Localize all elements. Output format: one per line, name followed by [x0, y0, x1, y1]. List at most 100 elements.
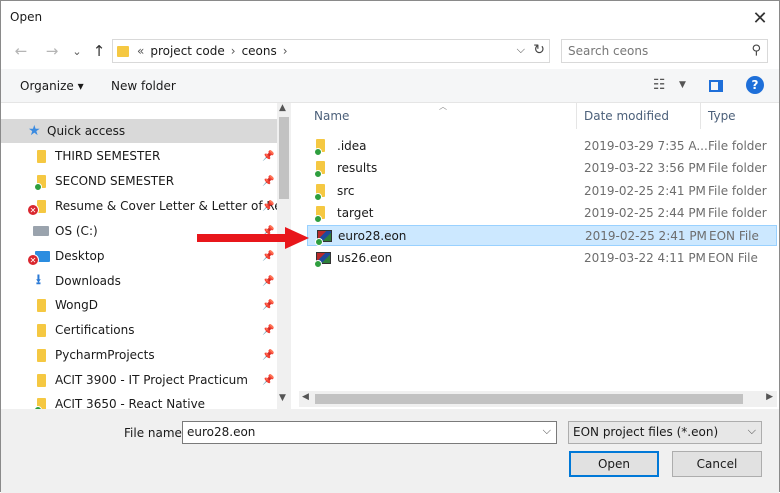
- file-name-label: File name:: [124, 426, 186, 440]
- arrow-up-icon: ↑: [92, 42, 106, 60]
- sidebar-item-label: Resume & Cover Letter & Letter of Re: [55, 199, 282, 213]
- scroll-left-icon[interactable]: ◀: [302, 392, 309, 402]
- search-icon[interactable]: ⚲: [751, 43, 761, 58]
- file-row-results[interactable]: results 2019-03-22 3:56 PM File folder: [307, 158, 777, 179]
- sidebar-item-pycharmprojects[interactable]: PycharmProjects 📌: [1, 343, 277, 367]
- file-type: File folder: [708, 139, 767, 153]
- file-row-euro28[interactable]: euro28.eon 2019-02-25 2:41 PM EON File: [307, 225, 777, 246]
- column-header-type[interactable]: Type: [701, 103, 777, 129]
- column-header-date[interactable]: Date modified: [577, 103, 701, 129]
- chevron-right-icon[interactable]: ›: [231, 44, 236, 58]
- file-list-horizontal-scrollbar[interactable]: ◀ ▶: [299, 391, 777, 407]
- folder-icon: [117, 45, 129, 57]
- file-type: EON File: [709, 229, 759, 243]
- scroll-thumb[interactable]: [279, 117, 289, 199]
- file-type: File folder: [708, 184, 767, 198]
- chevron-right-icon[interactable]: ›: [283, 44, 288, 58]
- arrow-left-icon: ←: [14, 42, 28, 60]
- sidebar-item-label: Quick access: [47, 124, 126, 138]
- file-date: 2019-02-25 2:41 PM: [585, 229, 707, 243]
- pin-icon[interactable]: 📌: [262, 201, 274, 212]
- sidebar-item-certifications[interactable]: Certifications 📌: [1, 318, 277, 342]
- sync-check-icon: [314, 193, 322, 201]
- sync-error-icon: ✕: [27, 254, 39, 266]
- sidebar-item-acit-3900[interactable]: ACIT 3900 - IT Project Practicum 📌: [1, 368, 277, 392]
- sidebar-item-label: Downloads: [55, 274, 121, 288]
- folder-icon: [37, 373, 46, 387]
- sync-check-icon: [314, 170, 322, 178]
- refresh-icon[interactable]: ↻: [533, 42, 545, 58]
- help-icon[interactable]: ?: [746, 76, 764, 94]
- file-name: .idea: [337, 139, 367, 153]
- folder-icon: [37, 323, 46, 337]
- chevron-down-icon[interactable]: ⌵: [543, 424, 551, 438]
- back-button[interactable]: ←: [11, 41, 31, 61]
- organize-menu[interactable]: Organize ▾: [20, 79, 84, 93]
- scroll-thumb[interactable]: [315, 394, 743, 404]
- dialog-title: Open: [10, 10, 43, 24]
- pin-icon[interactable]: 📌: [262, 300, 274, 311]
- sidebar-item-second-semester[interactable]: SECOND SEMESTER 📌: [1, 169, 277, 193]
- pin-icon[interactable]: 📌: [262, 151, 274, 162]
- toolbar: Organize ▾ New folder ☷ ▼: [1, 69, 779, 103]
- address-bar[interactable]: « project code › ceons › ⌵ ↻: [112, 39, 550, 63]
- sidebar-item-wongd[interactable]: WongD 📌: [1, 293, 277, 317]
- breadcrumb-segment[interactable]: ceons: [242, 44, 277, 58]
- file-row-target[interactable]: target 2019-02-25 2:44 PM File folder: [307, 203, 777, 224]
- chevron-down-icon[interactable]: ⌵: [748, 424, 756, 438]
- navigation-scrollbar[interactable]: ▲ ▼: [277, 103, 291, 409]
- recent-locations-button[interactable]: ⌄: [67, 41, 87, 61]
- chevron-down-icon[interactable]: ▼: [679, 80, 686, 90]
- chevron-down-icon: ⌄: [72, 44, 82, 58]
- sidebar-item-label: WongD: [55, 298, 98, 312]
- file-row-idea[interactable]: .idea 2019-03-29 7:35 A... File folder: [307, 136, 777, 157]
- file-row-us26[interactable]: us26.eon 2019-03-22 4:11 PM EON File: [307, 248, 777, 269]
- preview-pane-icon[interactable]: [709, 80, 723, 92]
- folder-icon: [37, 298, 46, 312]
- pin-icon[interactable]: 📌: [262, 276, 274, 287]
- breadcrumb-segment[interactable]: project code: [150, 44, 224, 58]
- file-date: 2019-02-25 2:44 PM: [584, 206, 706, 220]
- sidebar-item-label: SECOND SEMESTER: [55, 174, 175, 188]
- search-placeholder: Search ceons: [568, 44, 649, 58]
- new-folder-button[interactable]: New folder: [111, 79, 176, 93]
- scroll-up-icon[interactable]: ▲: [279, 103, 286, 113]
- scroll-down-icon[interactable]: ▼: [279, 393, 286, 403]
- file-type-filter[interactable]: EON project files (*.eon) ⌵: [568, 421, 762, 444]
- sync-check-icon: [314, 215, 322, 223]
- address-dropdown-icon[interactable]: ⌵: [517, 43, 525, 57]
- file-type-filter-value: EON project files (*.eon): [573, 425, 719, 439]
- file-name-input[interactable]: euro28.eon ⌵: [182, 421, 557, 444]
- sidebar-item-third-semester[interactable]: THIRD SEMESTER 📌: [1, 144, 277, 168]
- close-button[interactable]: ✕: [745, 3, 775, 33]
- pin-icon[interactable]: 📌: [262, 176, 274, 187]
- up-button[interactable]: ↑: [89, 41, 109, 61]
- file-name-value: euro28.eon: [187, 425, 256, 439]
- arrow-right-icon: →: [45, 42, 59, 60]
- search-input[interactable]: Search ceons ⚲: [561, 39, 768, 63]
- pin-icon[interactable]: 📌: [262, 375, 274, 386]
- sidebar-item-downloads[interactable]: ⭳ Downloads 📌: [1, 269, 277, 293]
- view-options-icon[interactable]: ☷: [653, 77, 666, 93]
- pin-icon[interactable]: 📌: [262, 350, 274, 361]
- pin-icon[interactable]: 📌: [262, 325, 274, 336]
- overflow-chevron[interactable]: «: [137, 44, 144, 58]
- file-name: target: [337, 206, 374, 220]
- sidebar-item-label: ACIT 3900 - IT Project Practicum: [55, 373, 248, 387]
- cancel-button[interactable]: Cancel: [672, 451, 762, 477]
- download-icon: ⭳: [36, 272, 41, 288]
- file-date: 2019-03-22 3:56 PM: [584, 161, 706, 175]
- pin-icon[interactable]: 📌: [262, 251, 274, 262]
- sidebar-item-resume[interactable]: ✕ Resume & Cover Letter & Letter of Re 📌: [1, 194, 282, 218]
- column-header-name[interactable]: Name: [307, 103, 577, 129]
- scroll-right-icon[interactable]: ▶: [766, 392, 773, 402]
- file-row-src[interactable]: src 2019-02-25 2:41 PM File folder: [307, 181, 777, 202]
- sidebar-item-quick-access[interactable]: ★ Quick access: [1, 119, 277, 143]
- open-file-dialog: Open ✕ ← → ⌄ ↑ « project code › ceons › …: [0, 0, 780, 493]
- forward-button[interactable]: →: [42, 41, 62, 61]
- bottom-panel: File name: euro28.eon ⌵ EON project file…: [1, 409, 779, 493]
- file-type: EON File: [708, 251, 758, 265]
- sync-check-icon: [314, 148, 322, 156]
- sidebar-item-acit-3650[interactable]: ACIT 3650 - React Native: [1, 392, 277, 409]
- open-button[interactable]: Open: [569, 451, 659, 477]
